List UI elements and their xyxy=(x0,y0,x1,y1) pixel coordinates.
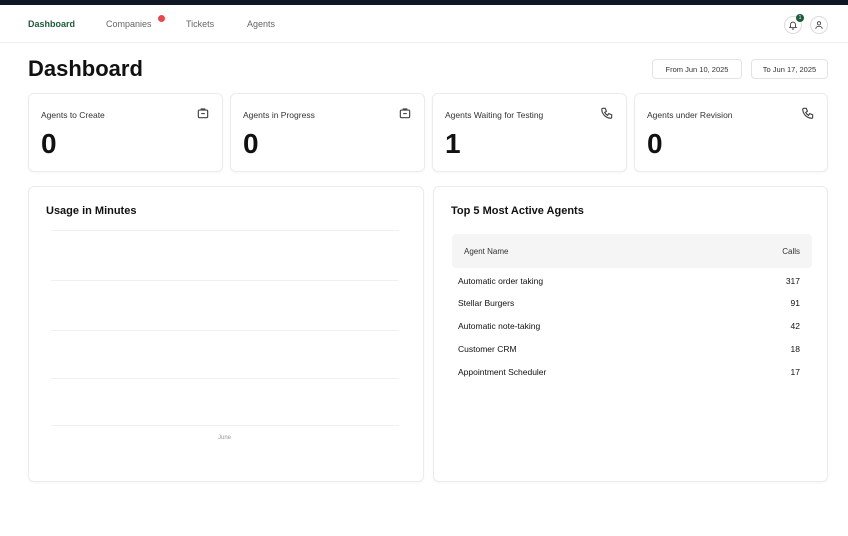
top-agents-title: Top 5 Most Active Agents xyxy=(451,205,584,217)
phone-icon xyxy=(802,107,814,119)
agent-calls: 18 xyxy=(790,344,800,354)
stat-value: 0 xyxy=(647,128,663,159)
agent-name: Customer CRM xyxy=(458,344,517,354)
table-header: Agent Name Calls xyxy=(452,234,812,268)
stat-card-agents-under-revision: Agents under Revision 0 xyxy=(634,93,828,172)
top-nav: Dashboard Companies Tickets Agents 1 xyxy=(0,5,848,43)
table-row[interactable]: Automatic order taking 317 xyxy=(458,276,800,290)
gridline xyxy=(51,330,399,331)
briefcase-icon xyxy=(399,108,411,119)
nav-agents[interactable]: Agents xyxy=(247,19,275,29)
agent-name: Automatic note-taking xyxy=(458,321,541,331)
agent-name: Stellar Burgers xyxy=(458,298,515,308)
stat-card-agents-waiting-testing: Agents Waiting for Testing 1 xyxy=(432,93,627,172)
nav-dashboard[interactable]: Dashboard xyxy=(28,19,75,29)
date-from-button[interactable]: From Jun 10, 2025 xyxy=(652,59,742,79)
gridline xyxy=(51,378,399,379)
column-header-agent-name[interactable]: Agent Name xyxy=(464,247,508,256)
top-agents-panel: Top 5 Most Active Agents Agent Name Call… xyxy=(433,186,828,482)
agent-name: Appointment Scheduler xyxy=(458,367,547,377)
agent-name: Automatic order taking xyxy=(458,276,544,286)
gridline xyxy=(51,280,399,281)
gridline xyxy=(51,230,399,231)
stat-value: 0 xyxy=(41,128,57,159)
briefcase-icon xyxy=(197,108,209,119)
date-to-button[interactable]: To Jun 17, 2025 xyxy=(751,59,828,79)
phone-icon xyxy=(601,107,613,119)
nav-tickets[interactable]: Tickets xyxy=(186,19,214,29)
stat-card-agents-in-progress: Agents in Progress 0 xyxy=(230,93,425,172)
agent-calls: 91 xyxy=(790,298,800,308)
table-row[interactable]: Customer CRM 18 xyxy=(458,344,800,358)
table-row[interactable]: Automatic note-taking 42 xyxy=(458,321,800,335)
agent-calls: 317 xyxy=(785,276,800,286)
usage-title: Usage in Minutes xyxy=(46,205,137,217)
nav-companies[interactable]: Companies xyxy=(106,19,152,29)
agent-calls: 17 xyxy=(790,367,800,377)
notification-count: 1 xyxy=(796,14,804,22)
agent-calls: 42 xyxy=(790,321,800,331)
stat-label: Agents in Progress xyxy=(243,110,315,120)
companies-badge xyxy=(158,15,165,22)
stat-value: 0 xyxy=(243,128,259,159)
stat-label: Agents Waiting for Testing xyxy=(445,110,544,120)
gridline xyxy=(51,425,399,426)
x-tick-label: June xyxy=(218,435,232,441)
notifications-button[interactable]: 1 xyxy=(784,14,804,34)
stat-label: Agents to Create xyxy=(41,110,105,120)
stat-card-agents-to-create: Agents to Create 0 xyxy=(28,93,223,172)
bell-icon xyxy=(788,21,798,30)
stat-value: 1 xyxy=(445,128,461,159)
user-icon xyxy=(815,21,823,29)
profile-button[interactable] xyxy=(810,16,828,34)
column-header-calls[interactable]: Calls xyxy=(782,247,800,256)
usage-panel: Usage in Minutes June xyxy=(28,186,424,482)
table-row[interactable]: Stellar Burgers 91 xyxy=(458,298,800,312)
table-row[interactable]: Appointment Scheduler 17 xyxy=(458,367,800,381)
page-title: Dashboard xyxy=(28,56,143,81)
stat-label: Agents under Revision xyxy=(647,110,733,120)
